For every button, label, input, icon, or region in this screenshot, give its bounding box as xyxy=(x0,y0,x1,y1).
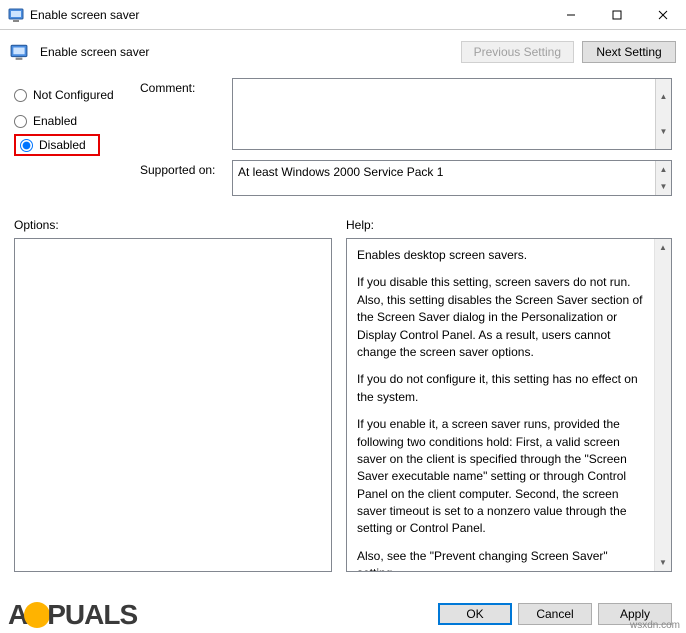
watermark-post: PUALS xyxy=(47,599,137,630)
scroll-up-icon[interactable]: ▲ xyxy=(655,239,671,256)
cancel-button[interactable]: Cancel xyxy=(518,603,592,625)
close-button[interactable] xyxy=(640,0,686,29)
help-scrollbar[interactable]: ▲ ▼ xyxy=(654,239,671,571)
radio-label: Enabled xyxy=(33,114,77,128)
setting-icon xyxy=(10,43,28,61)
help-label: Help: xyxy=(346,218,672,232)
comment-spin: ▲ ▼ xyxy=(655,79,671,149)
previous-setting-button[interactable]: Previous Setting xyxy=(461,41,574,63)
radio-label: Not Configured xyxy=(33,88,114,102)
spin-down-icon[interactable]: ▼ xyxy=(656,114,671,149)
spin-down-icon[interactable]: ▼ xyxy=(656,178,671,195)
titlebar: Enable screen saver xyxy=(0,0,686,30)
options-pane xyxy=(14,238,332,572)
radio-disabled-input[interactable] xyxy=(20,139,33,152)
spin-up-icon[interactable]: ▲ xyxy=(656,79,671,114)
comment-value xyxy=(233,79,655,149)
next-setting-button[interactable]: Next Setting xyxy=(582,41,676,63)
help-paragraph: If you disable this setting, screen save… xyxy=(357,274,644,361)
help-paragraph: If you do not configure it, this setting… xyxy=(357,371,644,406)
help-paragraph: Also, see the "Prevent changing Screen S… xyxy=(357,548,644,571)
help-paragraph: Enables desktop screen savers. xyxy=(357,247,644,264)
help-pane: Enables desktop screen savers. If you di… xyxy=(346,238,672,572)
radio-disabled-highlight: Disabled xyxy=(14,134,100,156)
supported-label: Supported on: xyxy=(140,160,232,177)
minimize-button[interactable] xyxy=(548,0,594,29)
help-content: Enables desktop screen savers. If you di… xyxy=(347,239,654,571)
help-paragraph: If you enable it, a screen saver runs, p… xyxy=(357,416,644,538)
window-title: Enable screen saver xyxy=(30,8,548,22)
comment-textarea[interactable]: ▲ ▼ xyxy=(232,78,672,150)
state-radio-group: Not Configured Enabled Disabled xyxy=(14,78,122,206)
spin-up-icon[interactable]: ▲ xyxy=(656,161,671,178)
options-content xyxy=(15,239,331,571)
app-icon xyxy=(8,7,24,23)
comment-label: Comment: xyxy=(140,78,232,95)
radio-disabled[interactable]: Disabled xyxy=(20,138,86,152)
scroll-down-icon[interactable]: ▼ xyxy=(655,554,671,571)
scroll-track[interactable] xyxy=(655,256,671,554)
supported-value: At least Windows 2000 Service Pack 1 xyxy=(233,161,655,195)
radio-enabled[interactable]: Enabled xyxy=(14,108,122,134)
radio-label: Disabled xyxy=(39,138,86,152)
radio-not-configured[interactable]: Not Configured xyxy=(14,82,122,108)
supported-spin: ▲ ▼ xyxy=(655,161,671,195)
radio-enabled-input[interactable] xyxy=(14,115,27,128)
attribution-text: wsxdn.com xyxy=(630,620,680,631)
radio-not-configured-input[interactable] xyxy=(14,89,27,102)
options-label: Options: xyxy=(14,218,332,232)
ok-button[interactable]: OK xyxy=(438,603,512,625)
supported-textarea: At least Windows 2000 Service Pack 1 ▲ ▼ xyxy=(232,160,672,196)
maximize-button[interactable] xyxy=(594,0,640,29)
setting-title: Enable screen saver xyxy=(40,45,149,59)
toolbar: Enable screen saver Previous Setting Nex… xyxy=(0,30,686,74)
watermark-logo: APUALS xyxy=(0,597,145,633)
